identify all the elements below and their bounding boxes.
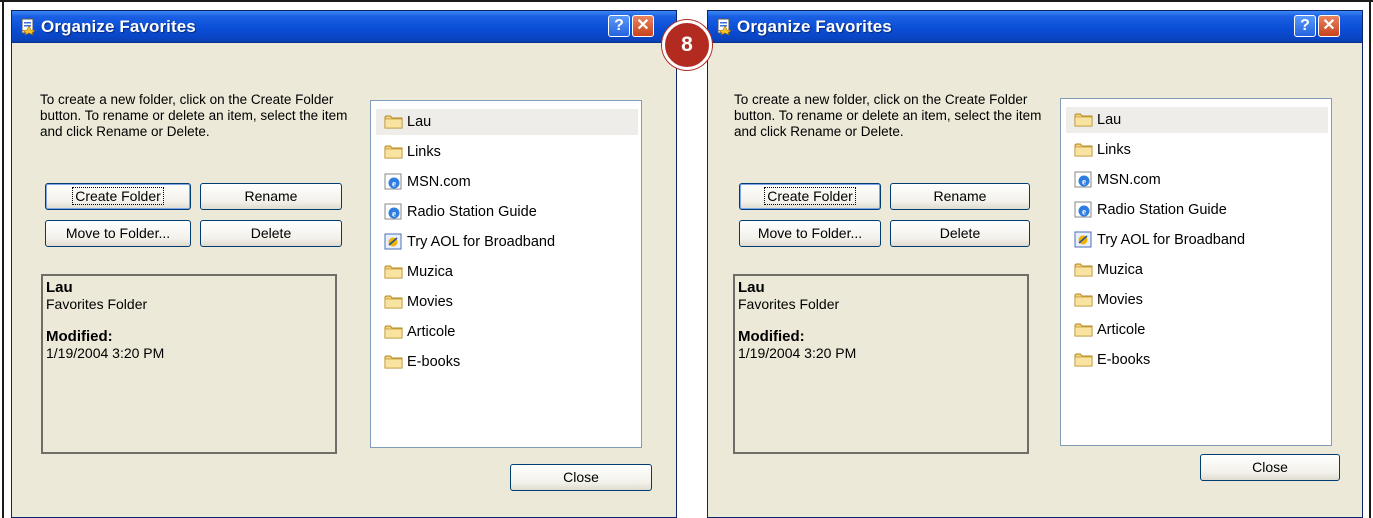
modified-value: 1/19/2004 3:20 PM (738, 345, 857, 361)
list-item[interactable]: Articole (1066, 317, 1328, 343)
organize-favorites-dialog: Organize Favorites ? ✕ To create a new f… (707, 10, 1363, 518)
folder-icon (384, 115, 403, 129)
modified-value: 1/19/2004 3:20 PM (46, 345, 165, 361)
rename-button[interactable]: Rename (200, 183, 342, 210)
close-icon: ✕ (636, 17, 650, 34)
folder-icon (384, 265, 403, 279)
list-item[interactable]: Movies (376, 289, 638, 315)
move-to-folder-button[interactable]: Move to Folder... (739, 220, 881, 247)
favorites-list[interactable]: Lau Links e MSN.com e Radio Station Guid… (1060, 98, 1332, 446)
modified-label: Modified: (738, 328, 805, 345)
list-item[interactable]: e MSN.com (1066, 167, 1328, 193)
folder-icon (1074, 113, 1093, 127)
ie-link-icon: e (384, 173, 402, 190)
favorites-icon (21, 18, 36, 35)
item-type: Favorites Folder (738, 296, 840, 312)
list-item[interactable]: Muzica (376, 259, 638, 285)
close-icon: ✕ (1322, 17, 1336, 34)
folder-icon (1074, 323, 1093, 337)
delete-button[interactable]: Delete (890, 220, 1030, 247)
folder-icon (1074, 353, 1093, 367)
help-button[interactable]: ? (1294, 15, 1316, 37)
close-window-button[interactable]: ✕ (632, 15, 654, 37)
svg-text:e: e (392, 209, 396, 219)
item-details-panel: Lau Favorites Folder Modified: 1/19/2004… (41, 274, 337, 454)
create-folder-button[interactable]: Create Folder (739, 183, 881, 210)
ie-link-icon: e (1074, 201, 1092, 218)
delete-button[interactable]: Delete (200, 220, 342, 247)
frame-right-line (1369, 0, 1371, 518)
ie-link-icon: e (384, 203, 402, 220)
create-folder-button[interactable]: Create Folder (45, 183, 191, 210)
move-to-folder-button[interactable]: Move to Folder... (45, 220, 191, 247)
help-icon: ? (1300, 17, 1310, 34)
modified-label: Modified: (46, 328, 113, 345)
frame-top-line (0, 0, 1373, 2)
close-button[interactable]: Close (1200, 454, 1340, 481)
step-number-badge: 8 (662, 20, 712, 70)
folder-icon (384, 325, 403, 339)
folder-icon (384, 355, 403, 369)
item-name: Lau (46, 279, 73, 296)
close-window-button[interactable]: ✕ (1318, 15, 1340, 37)
list-item[interactable]: Links (1066, 137, 1328, 163)
list-item[interactable]: Muzica (1066, 257, 1328, 283)
list-item[interactable]: E-books (376, 349, 638, 375)
dialog-title: Organize Favorites (41, 17, 196, 36)
svg-text:e: e (1082, 207, 1086, 217)
item-name: Lau (738, 279, 765, 296)
favorites-list[interactable]: Lau Links e MSN.com e Radio Station Guid… (370, 100, 642, 448)
title-bar[interactable]: Organize Favorites ? ✕ (12, 11, 676, 43)
instructions-text: To create a new folder, click on the Cre… (40, 92, 348, 139)
list-item[interactable]: Movies (1066, 287, 1328, 313)
item-details-panel: Lau Favorites Folder Modified: 1/19/2004… (733, 274, 1029, 454)
favorites-icon (717, 18, 732, 35)
help-icon: ? (614, 17, 624, 34)
close-button[interactable]: Close (510, 464, 652, 491)
folder-icon (1074, 263, 1093, 277)
organize-favorites-dialog: Organize Favorites ? ✕ To create a new f… (11, 10, 677, 518)
list-item[interactable]: e Radio Station Guide (1066, 197, 1328, 223)
list-item[interactable]: Articole (376, 319, 638, 345)
list-item[interactable]: Try AOL for Broadband (1066, 227, 1328, 253)
rename-button[interactable]: Rename (890, 183, 1030, 210)
svg-text:e: e (1082, 177, 1086, 187)
svg-text:e: e (392, 179, 396, 189)
ie-link-icon: e (1074, 171, 1092, 188)
aol-link-icon (384, 233, 402, 250)
dialog-title: Organize Favorites (737, 17, 892, 36)
folder-icon (1074, 143, 1093, 157)
list-item[interactable]: E-books (1066, 347, 1328, 373)
aol-link-icon (1074, 231, 1092, 248)
instructions-text: To create a new folder, click on the Cre… (734, 92, 1042, 139)
list-item[interactable]: Lau (376, 109, 638, 135)
folder-icon (384, 295, 403, 309)
list-item[interactable]: e MSN.com (376, 169, 638, 195)
frame-left-line (2, 0, 4, 518)
folder-icon (1074, 293, 1093, 307)
item-type: Favorites Folder (46, 296, 148, 312)
list-item[interactable]: Try AOL for Broadband (376, 229, 638, 255)
help-button[interactable]: ? (608, 15, 630, 37)
list-item[interactable]: Links (376, 139, 638, 165)
folder-icon (384, 145, 403, 159)
list-item[interactable]: e Radio Station Guide (376, 199, 638, 225)
list-item[interactable]: Lau (1066, 107, 1328, 133)
title-bar[interactable]: Organize Favorites ? ✕ (708, 11, 1362, 43)
